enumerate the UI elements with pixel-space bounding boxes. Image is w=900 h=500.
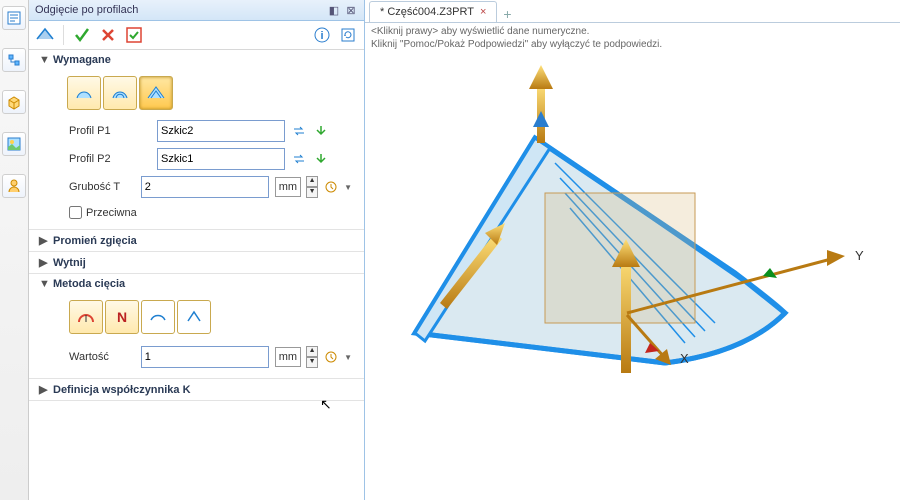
feature-panel: Odgięcie po profilach ◧ ⊠ i ▼Wymagane xyxy=(29,0,365,500)
cut-mode-1-button[interactable] xyxy=(69,300,103,334)
cut-mode-3-button[interactable] xyxy=(141,300,175,334)
pin-icon[interactable]: ◧ xyxy=(327,3,341,17)
panel-title: Odgięcie po profilach xyxy=(35,4,138,16)
axis-z-arrow xyxy=(529,65,553,143)
command-bar: i xyxy=(29,21,364,50)
tab-add-icon[interactable]: + xyxy=(503,6,511,22)
profile1-label: Profil P1 xyxy=(69,125,151,137)
cut-value-spinner[interactable]: ▲▼ xyxy=(306,346,318,368)
ok-button[interactable] xyxy=(72,25,92,45)
close-panel-icon[interactable]: ⊠ xyxy=(344,3,358,17)
chevron-down-icon: ▼ xyxy=(39,54,49,66)
svg-text:i: i xyxy=(320,30,323,42)
hint-line-1: <Kliknij prawy> aby wyświetlić dane nume… xyxy=(371,25,894,38)
tool-user-icon[interactable] xyxy=(2,174,26,198)
section-extend-header[interactable]: ▶Wytnij xyxy=(29,252,364,273)
swap-icon-2[interactable] xyxy=(291,151,307,167)
viewport: * Część004.Z3PRT × + <Kliknij prawy> aby… xyxy=(365,0,900,500)
tool-tree-icon[interactable] xyxy=(2,48,26,72)
profile2-input[interactable] xyxy=(157,148,285,170)
section-required: ▼Wymagane Profil P1 Profil P2 xyxy=(29,50,364,230)
tool-scene-icon[interactable] xyxy=(2,132,26,156)
apply-button[interactable] xyxy=(124,25,144,45)
cut-value-unit: mm xyxy=(275,347,301,367)
thickness-unit: mm xyxy=(275,177,301,197)
info-icon[interactable]: i xyxy=(312,25,332,45)
chevron-right-icon: ▶ xyxy=(39,383,49,396)
tool-doc-icon[interactable] xyxy=(2,6,26,30)
axis-y-label: Y xyxy=(855,248,864,263)
section-cut-method-header[interactable]: ▼Metoda cięcia xyxy=(29,274,364,294)
section-k-factor-header[interactable]: ▶Definicja współczynnika K xyxy=(29,379,364,400)
thickness-label: Grubość T xyxy=(69,181,135,193)
cut-mode-2-button[interactable]: N xyxy=(105,300,139,334)
tool-box-icon[interactable] xyxy=(2,90,26,114)
chevron-down-icon: ▼ xyxy=(39,278,49,290)
cut-mode-4-button[interactable] xyxy=(177,300,211,334)
tab-label: * Część004.Z3PRT xyxy=(380,6,474,18)
profile1-input[interactable] xyxy=(157,120,285,142)
profile2-label: Profil P2 xyxy=(69,153,151,165)
swap-icon[interactable] xyxy=(291,123,307,139)
document-tabs: * Część004.Z3PRT × + xyxy=(365,0,900,23)
panel-title-bar: Odgięcie po profilach ◧ ⊠ xyxy=(29,0,364,21)
viewport-hints: <Kliknij prawy> aby wyświetlić dane nume… xyxy=(365,23,900,53)
mode-row xyxy=(67,76,352,110)
hint-line-2: Kliknij "Pomoc/Pokaż Podpowiedzi" aby wy… xyxy=(371,38,894,51)
thickness-pick-icon[interactable] xyxy=(324,179,338,195)
mode-1-button[interactable] xyxy=(67,76,101,110)
dropdown-icon[interactable]: ▼ xyxy=(344,183,352,192)
vertical-toolbar xyxy=(0,0,29,500)
axis-x-label: X xyxy=(680,351,689,366)
cut-value-input[interactable] xyxy=(141,346,269,368)
pick-icon-2[interactable] xyxy=(313,151,329,167)
section-required-header[interactable]: ▼Wymagane xyxy=(29,50,364,70)
cut-value-pick-icon[interactable] xyxy=(324,349,338,365)
mode-2-button[interactable] xyxy=(103,76,137,110)
tab-part[interactable]: * Część004.Z3PRT × xyxy=(369,1,497,22)
dropdown-icon[interactable]: ▼ xyxy=(344,353,352,362)
opposite-label: Przeciwna xyxy=(86,207,137,219)
cancel-button[interactable] xyxy=(98,25,118,45)
mode-3-button[interactable] xyxy=(139,76,173,110)
pick-icon[interactable] xyxy=(313,123,329,139)
chevron-right-icon: ▶ xyxy=(39,234,49,247)
cmd-feature-icon[interactable] xyxy=(35,25,55,45)
opposite-checkbox[interactable] xyxy=(69,206,82,219)
svg-text:N: N xyxy=(117,309,127,325)
3d-canvas[interactable]: X Y xyxy=(365,53,900,500)
thickness-spinner[interactable]: ▲▼ xyxy=(306,176,318,198)
tab-close-icon[interactable]: × xyxy=(480,6,486,18)
section-bend-radius-header[interactable]: ▶Promień zgięcia xyxy=(29,230,364,251)
reset-icon[interactable] xyxy=(338,25,358,45)
thickness-input[interactable] xyxy=(141,176,269,198)
cut-value-label: Wartość xyxy=(69,351,135,363)
chevron-right-icon: ▶ xyxy=(39,256,49,269)
section-cut-method: ▼Metoda cięcia N Wartość mm ▲▼ ▼ xyxy=(29,274,364,379)
